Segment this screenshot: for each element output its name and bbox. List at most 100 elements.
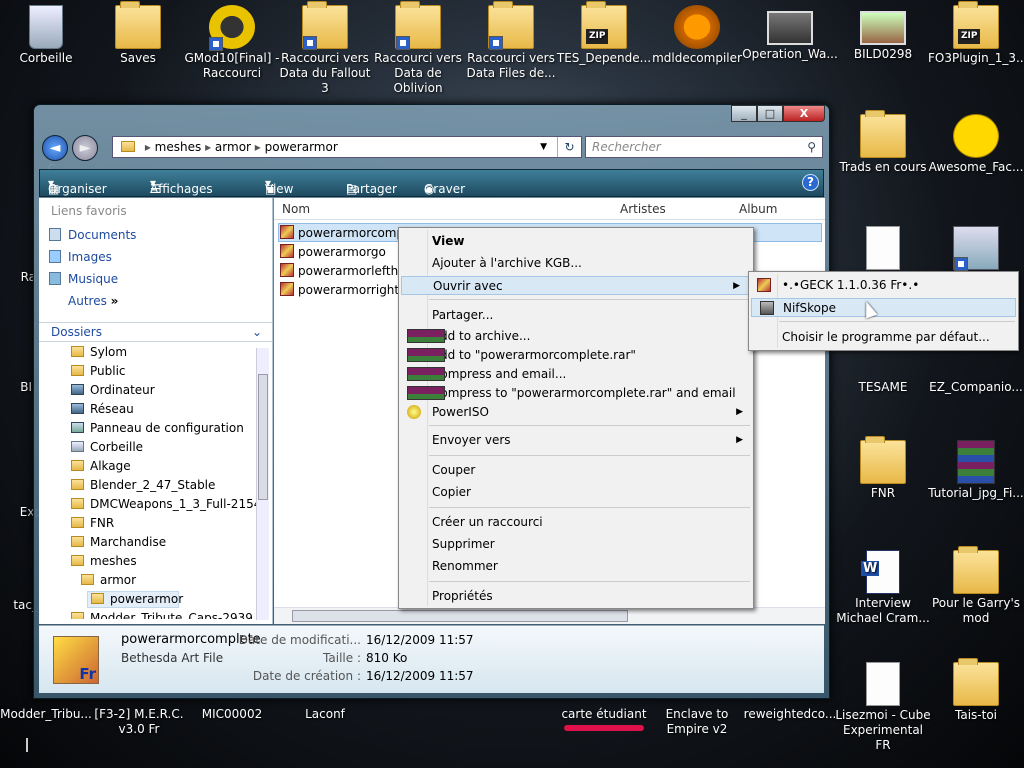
- desktop-icon-fo3plugin[interactable]: FO3Plugin_1_3...: [928, 1, 1024, 66]
- scrollbar-thumb[interactable]: [258, 374, 268, 500]
- breadcrumb-powerarmor[interactable]: powerarmor: [265, 140, 338, 154]
- desktop-icon-laconf[interactable]: Laconf: [277, 707, 373, 722]
- favorite-images[interactable]: Images: [49, 246, 272, 268]
- tree-item-selected[interactable]: powerarmor: [39, 590, 259, 609]
- desktop-icon-fallout3-data[interactable]: Raccourci vers Data du Fallout 3: [277, 1, 373, 96]
- menu-item-view[interactable]: View: [399, 232, 753, 251]
- desktop-icon-gmod[interactable]: GMod10[Final] - Raccourci: [184, 3, 280, 81]
- favorite-documents[interactable]: Documents: [49, 224, 272, 246]
- desktop-icon-blank-file[interactable]: [835, 224, 931, 272]
- desktop-icon-ez-companion[interactable]: EZ_Companio...: [928, 380, 1024, 395]
- maximize-button[interactable]: □: [757, 105, 783, 122]
- desktop-icon-operation[interactable]: Operation_Wa...: [742, 3, 838, 62]
- tree-item[interactable]: Public: [39, 362, 259, 381]
- tree-item[interactable]: Réseau: [39, 400, 259, 419]
- desktop-icon-merc[interactable]: [F3-2] M.E.R.C. v3.0 Fr: [91, 707, 187, 737]
- file-item[interactable]: powerarmorcomple: [280, 224, 415, 243]
- menu-item-rename[interactable]: Renommer: [399, 557, 753, 576]
- tree-item[interactable]: Corbeille: [39, 438, 259, 457]
- tree-item[interactable]: Modder_Tribute_Caps-2939: [39, 609, 259, 619]
- tree-item[interactable]: DMCWeapons_1_3_Full-21546-: [39, 495, 259, 514]
- file-icon: [866, 226, 900, 270]
- column-album[interactable]: Album: [739, 202, 777, 216]
- address-bar[interactable]: ▸ meshes ▸ armor ▸ powerarmor ▼ ↻: [112, 136, 582, 158]
- tree-item[interactable]: Alkage: [39, 457, 259, 476]
- desktop-icon-interview[interactable]: W Interview Michael Cram...: [835, 548, 931, 626]
- refresh-button[interactable]: ↻: [557, 137, 581, 157]
- tree-item[interactable]: meshes: [39, 552, 259, 571]
- desktop-icon-modder-tribute[interactable]: Modder_Tribu...: [0, 707, 94, 722]
- desktop-icon-corbeille[interactable]: Corbeille: [0, 3, 94, 66]
- desktop-icon-tais-toi[interactable]: Tais-toi: [928, 658, 1024, 723]
- file-item[interactable]: powerarmorleftha: [280, 262, 406, 281]
- column-artists[interactable]: Artistes: [620, 202, 666, 216]
- views-button[interactable]: ☰ Affichages ▾: [150, 176, 213, 196]
- tree-item[interactable]: Ordinateur: [39, 381, 259, 400]
- menu-item-poweriso[interactable]: PowerISO ▶: [399, 403, 753, 422]
- scrollbar-thumb[interactable]: [292, 610, 628, 622]
- menu-item-add-rar[interactable]: Add to "powerarmorcomplete.rar": [399, 346, 753, 365]
- menu-item-copy[interactable]: Copier: [399, 483, 753, 502]
- desktop-icon-oblivion-data[interactable]: Raccourci vers Data de Oblivion: [370, 1, 466, 96]
- menu-item-delete[interactable]: Supprimer: [399, 535, 753, 554]
- search-input[interactable]: Rechercher ⚲: [585, 136, 823, 158]
- desktop-icon-tesame[interactable]: TESAME: [835, 380, 931, 395]
- desktop-icon-trads[interactable]: Trads en cours: [835, 110, 931, 175]
- submenu-item-choose-default[interactable]: Choisir le programme par défaut...: [749, 328, 1018, 347]
- close-button[interactable]: X: [783, 105, 825, 122]
- view-button[interactable]: ▣ View ▾: [265, 176, 293, 196]
- menu-item-add-kgb[interactable]: Ajouter à l'archive KGB...: [399, 254, 753, 273]
- desktop-icon-reweighted[interactable]: reweightedco...: [742, 707, 838, 722]
- desktop-icon-garrys-mod[interactable]: Pour le Garry's mod: [928, 546, 1024, 626]
- organize-button[interactable]: ▦ Organiser ▾: [48, 176, 107, 196]
- tree-item[interactable]: Panneau de configuration: [39, 419, 259, 438]
- tree-item[interactable]: Sylom: [39, 343, 259, 362]
- desktop-icon-partial[interactable]: BI: [0, 380, 32, 395]
- desktop-icon-partial[interactable]: Ra: [0, 270, 36, 285]
- desktop-icon-bild0298[interactable]: BILD0298: [835, 3, 931, 62]
- column-name[interactable]: Nom: [282, 202, 310, 216]
- desktop-icon-window-shortcut[interactable]: [928, 224, 1024, 272]
- file-item[interactable]: powerarmorrighth: [280, 281, 407, 300]
- submenu-item-nifskope[interactable]: NifSkope: [751, 298, 1016, 317]
- menu-item-cut[interactable]: Couper: [399, 461, 753, 480]
- horizontal-scrollbar[interactable]: [274, 607, 825, 624]
- forward-button[interactable]: ►: [72, 135, 98, 161]
- help-icon[interactable]: ?: [802, 174, 819, 191]
- desktop-icon-lisezmoi[interactable]: Lisezmoi - Cube Experimental FR: [835, 660, 931, 753]
- minimize-button[interactable]: _: [731, 105, 757, 122]
- menu-item-send-to[interactable]: Envoyer vers ▶: [399, 431, 753, 450]
- breadcrumb-meshes[interactable]: meshes: [155, 140, 202, 154]
- desktop-icon-data-files[interactable]: Raccourci vers Data Files de...: [463, 1, 559, 81]
- menu-item-properties[interactable]: Propriétés: [399, 587, 753, 606]
- menu-item-create-shortcut[interactable]: Créer un raccourci: [399, 513, 753, 532]
- desktop-icon-tutorial[interactable]: Tutorial_jpg_Fi...: [928, 438, 1024, 501]
- tree-item[interactable]: FNR: [39, 514, 259, 533]
- tree-item[interactable]: armor: [39, 571, 259, 590]
- submenu-item-geck[interactable]: •.•GECK 1.1.0.36 Fr•.•: [749, 276, 1018, 295]
- file-item[interactable]: powerarmorgo: [280, 243, 386, 262]
- desktop-icon-mdldecompiler[interactable]: mdldecompiler: [649, 3, 745, 66]
- menu-item-add-archive[interactable]: Add to archive...: [399, 327, 753, 346]
- menu-item-compress-rar-email[interactable]: Compress to "powerarmorcomplete.rar" and…: [399, 384, 753, 403]
- search-icon[interactable]: ⚲: [807, 137, 816, 157]
- desktop-icon-enclave[interactable]: Enclave to Empire v2: [649, 707, 745, 737]
- tree-item[interactable]: Blender_2_47_Stable: [39, 476, 259, 495]
- back-button[interactable]: ◄: [42, 135, 68, 161]
- desktop-icon-mic00002[interactable]: MIC00002: [184, 707, 280, 722]
- desktop-icon-fnr[interactable]: FNR: [835, 436, 931, 501]
- folders-header[interactable]: Dossiers ⌄: [39, 322, 272, 342]
- desktop-icon-saves[interactable]: Saves: [90, 1, 186, 66]
- menu-item-compress-email[interactable]: Compress and email...: [399, 365, 753, 384]
- menu-item-open-with[interactable]: Ouvrir avec ▶: [401, 276, 751, 295]
- tree-scrollbar[interactable]: [256, 348, 269, 620]
- desktop-icon-tes-depende[interactable]: TES_Depende...: [556, 1, 652, 66]
- tree-item[interactable]: Marchandise: [39, 533, 259, 552]
- menu-item-share[interactable]: Partager...: [399, 306, 753, 325]
- chevron-down-icon[interactable]: ▼: [540, 137, 547, 157]
- favorite-more[interactable]: Autres »: [49, 290, 272, 312]
- breadcrumb-armor[interactable]: armor: [215, 140, 251, 154]
- desktop-icon-awesome-face[interactable]: Awesome_Fac...: [928, 112, 1024, 175]
- desktop-icon-carte-etudiant[interactable]: carte étudiant: [556, 707, 652, 731]
- favorite-music[interactable]: Musique: [49, 268, 272, 290]
